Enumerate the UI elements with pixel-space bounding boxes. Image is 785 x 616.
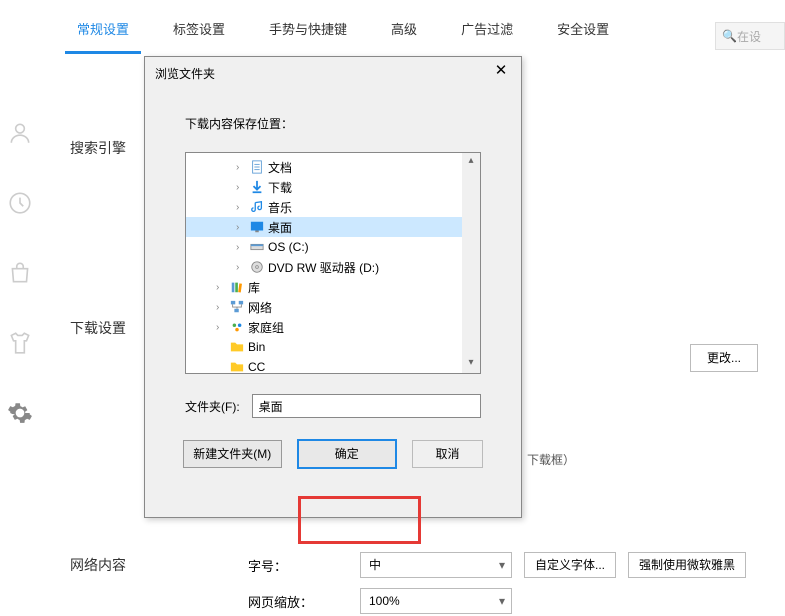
tree-item[interactable]: › 网络 <box>186 297 462 317</box>
tree-item-label: 桌面 <box>268 219 292 236</box>
document-icon <box>248 159 266 175</box>
chevron-right-icon: › <box>236 222 248 233</box>
tree-item[interactable]: › 家庭组 <box>186 317 462 337</box>
download-frame-hint: 下载框） <box>527 451 575 468</box>
new-folder-button[interactable]: 新建文件夹(M) <box>183 440 282 468</box>
tree-item-label: 音乐 <box>268 199 292 216</box>
section-search-engine: 搜索引擎 <box>70 138 126 158</box>
tree-item-label: Bin <box>248 340 265 354</box>
person-icon[interactable] <box>7 120 33 146</box>
chevron-right-icon: › <box>236 162 248 173</box>
tab-security[interactable]: 安全设置 <box>535 1 631 54</box>
download-arrow-icon <box>248 179 266 195</box>
tree-item-label: 文档 <box>268 159 292 176</box>
tree-item[interactable]: › 文档 <box>186 157 462 177</box>
scroll-down-icon[interactable]: ▾ <box>462 355 480 373</box>
cancel-button[interactable]: 取消 <box>412 440 483 468</box>
tab-adblock[interactable]: 广告过滤 <box>439 1 535 54</box>
dvd-icon <box>248 259 266 275</box>
dialog-title: 浏览文件夹 <box>155 65 215 82</box>
folder-label: 文件夹(F): <box>185 398 240 415</box>
section-network: 网络内容 <box>70 555 126 575</box>
font-size-select[interactable]: 中 <box>360 552 512 578</box>
drive-icon <box>248 239 266 255</box>
gear-icon[interactable] <box>7 400 33 426</box>
settings-tabs: 常规设置 标签设置 手势与快捷键 高级 广告过滤 安全设置 <box>0 0 785 56</box>
search-placeholder: 在设 <box>737 28 761 45</box>
bag-icon[interactable] <box>7 260 33 286</box>
tree-item-label: 库 <box>248 279 260 296</box>
folder-icon <box>228 359 246 374</box>
chevron-right-icon: › <box>216 282 228 293</box>
desktop-icon <box>248 219 266 235</box>
music-icon <box>248 199 266 215</box>
tab-general[interactable]: 常规设置 <box>55 1 151 54</box>
settings-search[interactable]: 🔍 在设 <box>715 22 785 50</box>
force-font-button[interactable]: 强制使用微软雅黑 <box>628 552 746 578</box>
dialog-buttons: 新建文件夹(M) 确定 取消 <box>183 440 483 468</box>
tree-item[interactable]: › 音乐 <box>186 197 462 217</box>
scrollbar[interactable]: ▴ ▾ <box>462 153 480 373</box>
tree-item-label: 下载 <box>268 179 292 196</box>
tree-item[interactable]: › OS (C:) <box>186 237 462 257</box>
chevron-right-icon: › <box>216 322 228 333</box>
custom-font-button[interactable]: 自定义字体... <box>524 552 616 578</box>
chevron-right-icon: › <box>236 262 248 273</box>
chevron-right-icon: › <box>236 242 248 253</box>
tab-tabs[interactable]: 标签设置 <box>151 1 247 54</box>
library-icon <box>228 279 246 295</box>
chevron-right-icon: › <box>236 182 248 193</box>
tree-item[interactable]: ›库 <box>186 277 462 297</box>
tree-item[interactable]: Bin <box>186 337 462 357</box>
tree-item[interactable]: › DVD RW 驱动器 (D:) <box>186 257 462 277</box>
homegroup-icon <box>228 319 246 335</box>
search-icon: 🔍 <box>722 29 737 43</box>
tree-item-label: OS (C:) <box>268 240 309 254</box>
scroll-up-icon[interactable]: ▴ <box>462 153 480 171</box>
clock-icon[interactable] <box>7 190 33 216</box>
browse-folder-dialog: 浏览文件夹 ✕ 下载内容保存位置： › 文档 › 下载 › 音乐 › 桌面 › OS (C:) › D… <box>144 56 522 518</box>
zoom-select[interactable]: 100% <box>360 588 512 614</box>
font-size-row: 字号： 中 自定义字体... 强制使用微软雅黑 <box>248 552 746 578</box>
close-icon[interactable]: ✕ <box>481 57 521 89</box>
network-icon <box>228 299 246 315</box>
folder-tree: ›文档›下载›音乐›桌面›OS (C:)›DVD RW 驱动器 (D:)›库›网… <box>185 152 481 374</box>
tree-item-label: DVD RW 驱动器 (D:) <box>268 259 379 276</box>
tree-item-label: CC <box>248 360 265 374</box>
zoom-row: 网页缩放： 100% <box>248 588 512 614</box>
chevron-right-icon: › <box>216 302 228 313</box>
chevron-right-icon: › <box>236 202 248 213</box>
ok-button[interactable]: 确定 <box>298 440 397 468</box>
left-sidebar <box>0 120 40 426</box>
zoom-label: 网页缩放： <box>248 592 348 611</box>
tab-advanced[interactable]: 高级 <box>369 1 439 54</box>
tree-item[interactable]: › 桌面 <box>186 217 462 237</box>
section-download: 下载设置 <box>70 318 126 338</box>
change-button[interactable]: 更改... <box>690 344 758 372</box>
tab-gestures[interactable]: 手势与快捷键 <box>247 1 369 54</box>
tree-item[interactable]: CC <box>186 357 462 374</box>
folder-icon <box>228 339 246 355</box>
folder-input-row: 文件夹(F): <box>185 394 481 418</box>
folder-input[interactable] <box>252 394 481 418</box>
tree-item[interactable]: › 下载 <box>186 177 462 197</box>
tree-item-label: 家庭组 <box>248 319 284 336</box>
tree-item-label: 网络 <box>248 299 272 316</box>
dialog-titlebar: 浏览文件夹 ✕ <box>145 57 521 89</box>
dialog-subtitle: 下载内容保存位置： <box>185 115 481 132</box>
shirt-icon[interactable] <box>7 330 33 356</box>
font-size-label: 字号： <box>248 556 348 575</box>
